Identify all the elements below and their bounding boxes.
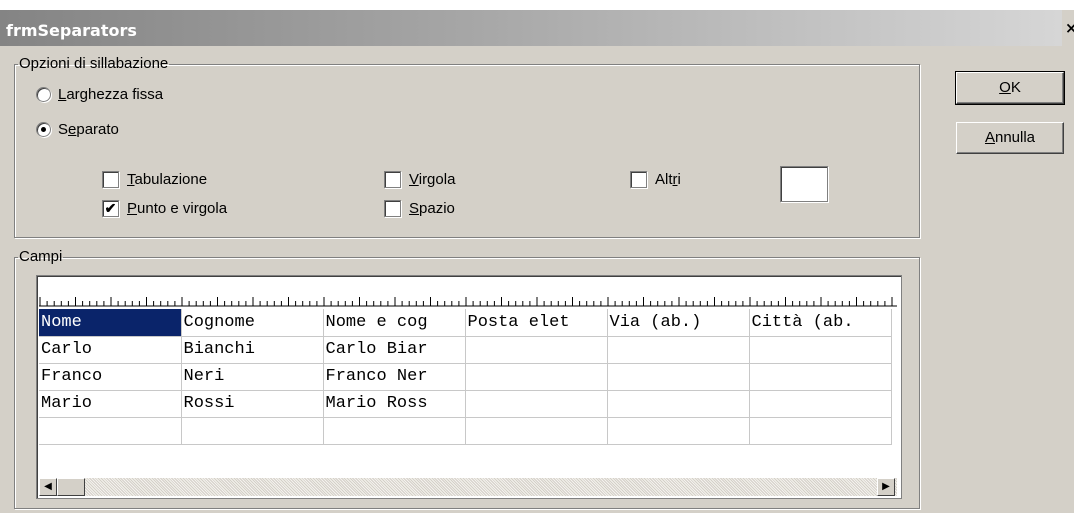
cancel-button[interactable]: Annulla bbox=[956, 122, 1064, 154]
space-checkbox-box[interactable] bbox=[384, 200, 401, 217]
comma-checkbox[interactable]: Virgola bbox=[384, 171, 455, 188]
radio-selected-dot bbox=[41, 127, 46, 132]
table-cell[interactable] bbox=[465, 417, 608, 445]
table-header-cell[interactable]: Cognome bbox=[181, 309, 324, 337]
fields-preview-grid[interactable]: Nome Cognome Nome e cog Posta elet Via (ab.)… bbox=[36, 275, 902, 499]
table-header-cell[interactable]: Posta elet bbox=[465, 309, 608, 337]
tab-checkbox[interactable]: Tabulazione bbox=[102, 171, 207, 188]
table-row[interactable]: Carlo Bianchi Carlo Biar bbox=[39, 336, 892, 364]
table-cell[interactable]: Franco Ner bbox=[323, 363, 466, 391]
semicolon-label: Punto e virgola bbox=[127, 200, 228, 217]
separated-radio-circle[interactable] bbox=[36, 122, 51, 137]
fields-table[interactable]: Nome Cognome Nome e cog Posta elet Via (ab.)… bbox=[39, 309, 892, 445]
scroll-thumb[interactable] bbox=[57, 478, 85, 496]
fixed-width-label: Larghezza fissa bbox=[58, 86, 164, 103]
table-cell[interactable] bbox=[181, 417, 324, 445]
tab-label: Tabulazione bbox=[127, 171, 208, 188]
table-header-cell[interactable]: Nome bbox=[39, 309, 182, 337]
table-cell[interactable] bbox=[749, 363, 892, 391]
table-cell[interactable] bbox=[465, 390, 608, 418]
table-cell[interactable]: Franco bbox=[39, 363, 182, 391]
table-cell[interactable]: Carlo Biar bbox=[323, 336, 466, 364]
other-separator-input[interactable] bbox=[780, 166, 828, 202]
horizontal-scrollbar[interactable]: ◀ ▶ bbox=[39, 478, 897, 496]
table-cell[interactable] bbox=[607, 390, 750, 418]
table-header-row[interactable]: Nome Cognome Nome e cog Posta elet Via (ab.)… bbox=[39, 309, 892, 337]
title-bar[interactable]: frmSeparators bbox=[0, 10, 1062, 46]
other-checkbox-box[interactable] bbox=[630, 171, 647, 188]
table-cell[interactable] bbox=[749, 336, 892, 364]
column-ruler[interactable] bbox=[39, 278, 897, 309]
comma-label: Virgola bbox=[409, 171, 456, 188]
scroll-right-icon: ▶ bbox=[882, 481, 890, 492]
fixed-width-radio[interactable]: Larghezza fissa bbox=[36, 86, 163, 103]
table-cell[interactable]: Bianchi bbox=[181, 336, 324, 364]
close-button[interactable]: × bbox=[1062, 10, 1074, 46]
separated-radio[interactable]: Separato bbox=[36, 121, 119, 138]
table-cell[interactable]: Mario Ross bbox=[323, 390, 466, 418]
table-cell[interactable] bbox=[607, 417, 750, 445]
top-strip bbox=[0, 0, 1074, 10]
table-cell[interactable] bbox=[39, 417, 182, 445]
semicolon-checkbox[interactable]: ✔ Punto e virgola bbox=[102, 200, 227, 217]
table-row[interactable] bbox=[39, 417, 892, 445]
space-label: Spazio bbox=[409, 200, 455, 217]
ok-button[interactable]: OK bbox=[955, 71, 1065, 105]
table-header-cell[interactable]: Nome e cog bbox=[323, 309, 466, 337]
table-cell[interactable] bbox=[749, 390, 892, 418]
semicolon-checkbox-box[interactable]: ✔ bbox=[102, 200, 119, 217]
separated-label: Separato bbox=[58, 121, 119, 138]
table-cell[interactable] bbox=[749, 417, 892, 445]
scroll-left-button[interactable]: ◀ bbox=[39, 478, 57, 496]
table-cell[interactable] bbox=[607, 363, 750, 391]
other-label: Altri bbox=[655, 171, 681, 188]
fixed-width-radio-circle[interactable] bbox=[36, 87, 51, 102]
other-checkbox[interactable]: Altri bbox=[630, 171, 681, 188]
table-cell[interactable]: Carlo bbox=[39, 336, 182, 364]
checkmark-icon: ✔ bbox=[104, 200, 117, 216]
table-cell[interactable] bbox=[465, 336, 608, 364]
dialog-body: Opzioni di sillabazione Larghezza fissa … bbox=[0, 46, 1074, 513]
scroll-left-icon: ◀ bbox=[44, 481, 52, 492]
table-cell[interactable] bbox=[323, 417, 466, 445]
window-title: frmSeparators bbox=[6, 21, 137, 40]
space-checkbox[interactable]: Spazio bbox=[384, 200, 455, 217]
table-cell[interactable]: Mario bbox=[39, 390, 182, 418]
table-header-cell[interactable]: Via (ab.) bbox=[607, 309, 750, 337]
table-row[interactable]: Franco Neri Franco Ner bbox=[39, 363, 892, 391]
table-cell[interactable] bbox=[607, 336, 750, 364]
table-row[interactable]: Mario Rossi Mario Ross bbox=[39, 390, 892, 418]
table-cell[interactable] bbox=[465, 363, 608, 391]
close-icon: × bbox=[1065, 19, 1074, 37]
tab-checkbox-box[interactable] bbox=[102, 171, 119, 188]
table-cell[interactable]: Neri bbox=[181, 363, 324, 391]
table-cell[interactable]: Rossi bbox=[181, 390, 324, 418]
table-header-cell[interactable]: Città (ab. bbox=[749, 309, 892, 337]
hyphenation-options-legend: Opzioni di sillabazione bbox=[19, 55, 169, 72]
comma-checkbox-box[interactable] bbox=[384, 171, 401, 188]
fields-legend: Campi bbox=[19, 248, 63, 265]
scroll-right-button[interactable]: ▶ bbox=[877, 478, 895, 496]
